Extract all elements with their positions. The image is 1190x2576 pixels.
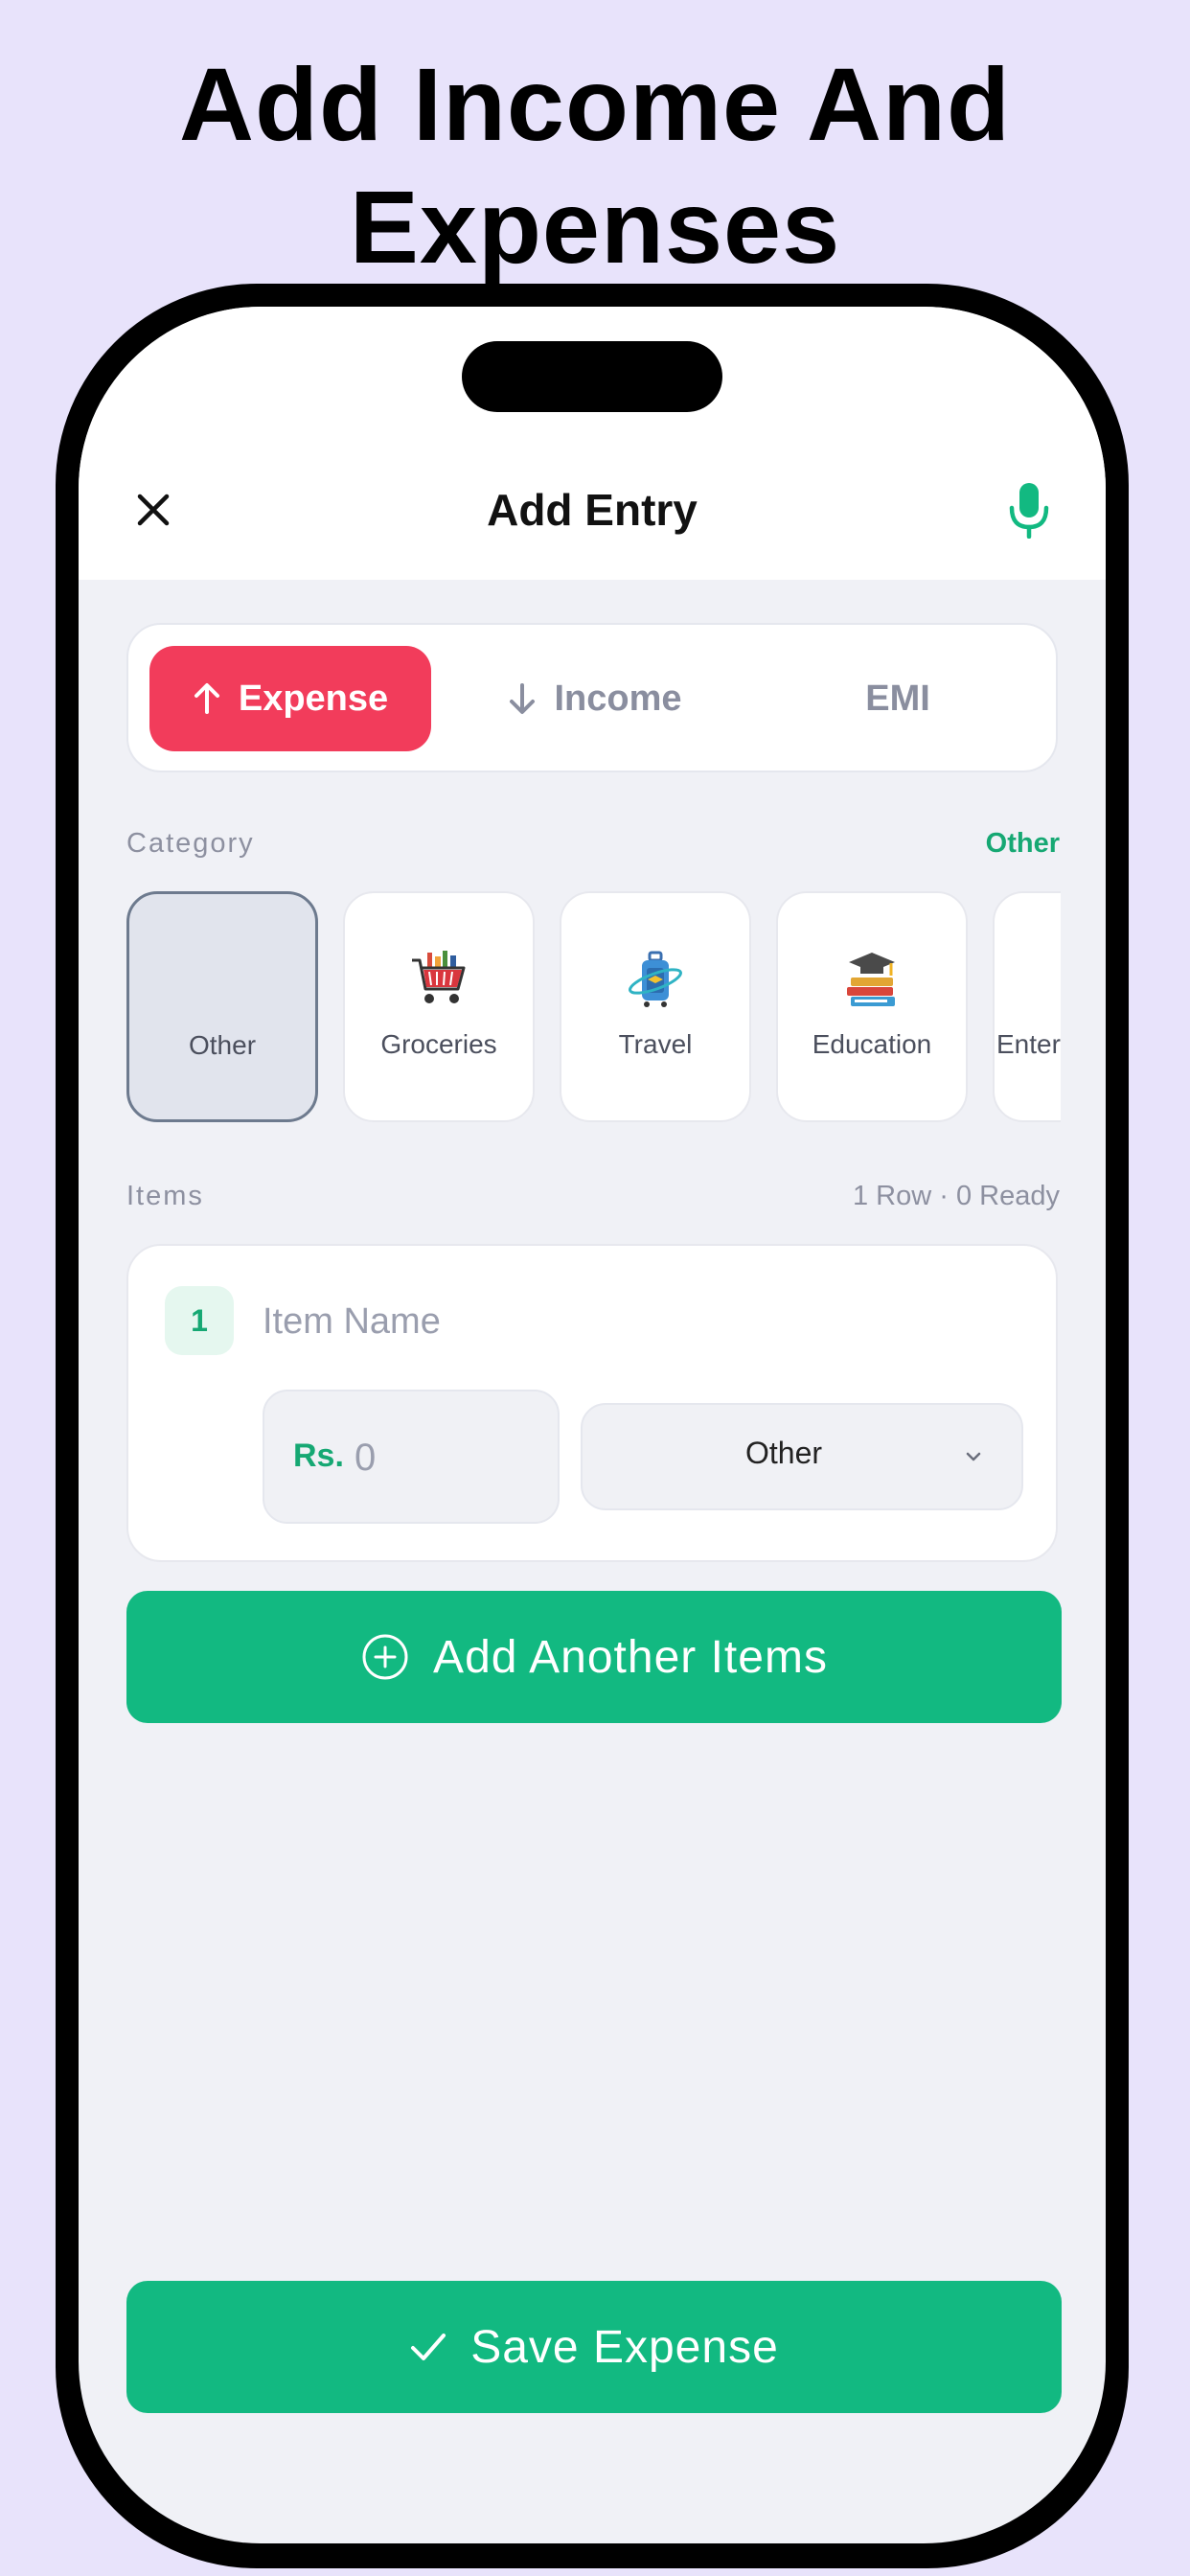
category-item-label: Education	[812, 1029, 932, 1059]
category-item-other[interactable]: Other	[126, 891, 318, 1122]
category-item-label: Enter	[996, 1029, 1061, 1059]
add-another-item-label: Add Another Items	[433, 1631, 828, 1683]
save-expense-button[interactable]: Save Expense	[126, 2281, 1062, 2413]
entry-type-selector: Expense Income EMI	[126, 623, 1058, 772]
amount-field[interactable]: Rs.	[263, 1390, 560, 1524]
page-title: Add Entry	[487, 485, 698, 535]
items-status: 1 Row · 0 Ready	[853, 1181, 1060, 1211]
selected-category-value: Other	[985, 828, 1060, 859]
page-headline: Add Income And Expenses	[0, 43, 1190, 288]
category-item-label: Other	[188, 1030, 257, 1060]
headline-line-2: Expenses	[349, 169, 841, 285]
add-another-item-button[interactable]: Add Another Items	[126, 1591, 1062, 1723]
voice-input-button[interactable]	[998, 475, 1060, 544]
microphone-icon	[1009, 483, 1049, 539]
arrow-down-icon	[510, 683, 536, 714]
tab-income-label: Income	[554, 678, 682, 719]
tab-emi-label: EMI	[865, 678, 930, 719]
books-graduation-cap-icon	[847, 953, 895, 1006]
checkmark-icon	[411, 2334, 446, 2360]
category-item-education[interactable]: Education	[776, 891, 968, 1122]
row-number-badge: 1	[165, 1286, 234, 1355]
currency-prefix: Rs.	[293, 1438, 344, 1474]
item-row: 1 Rs. Other	[126, 1244, 1058, 1562]
dynamic-island	[462, 341, 722, 412]
items-label: Items	[126, 1181, 204, 1211]
category-item-entertainment[interactable]: Enter	[993, 891, 1061, 1122]
category-label: Category	[126, 828, 255, 859]
app-bar: Add Entry	[79, 307, 1106, 580]
category-list: Other Groceries Travel Education Enter	[126, 891, 1061, 1126]
tab-expense[interactable]: Expense	[149, 646, 431, 751]
shopping-cart-icon	[412, 951, 466, 1003]
category-item-groceries[interactable]: Groceries	[343, 891, 535, 1122]
headline-line-1: Add Income And	[179, 46, 1011, 162]
tab-income[interactable]: Income	[454, 646, 736, 751]
arrow-up-icon	[194, 683, 219, 714]
chevron-down-icon	[966, 1452, 981, 1461]
save-expense-label: Save Expense	[470, 2321, 779, 2373]
phone-screen: Add Entry Expense Income EMI Category Ot…	[79, 307, 1106, 2543]
suitcase-icon	[629, 951, 682, 1007]
tab-expense-label: Expense	[238, 678, 389, 719]
category-item-label: Groceries	[380, 1029, 497, 1059]
category-item-label: Travel	[618, 1029, 693, 1059]
amount-input[interactable]	[355, 1426, 537, 1489]
category-item-travel[interactable]: Travel	[560, 891, 751, 1122]
plus-circle-icon	[362, 1634, 408, 1680]
item-category-select[interactable]: Other	[581, 1403, 1023, 1510]
item-name-input[interactable]	[263, 1290, 1010, 1353]
item-category-value: Other	[744, 1436, 823, 1470]
tab-emi[interactable]: EMI	[757, 646, 1039, 751]
